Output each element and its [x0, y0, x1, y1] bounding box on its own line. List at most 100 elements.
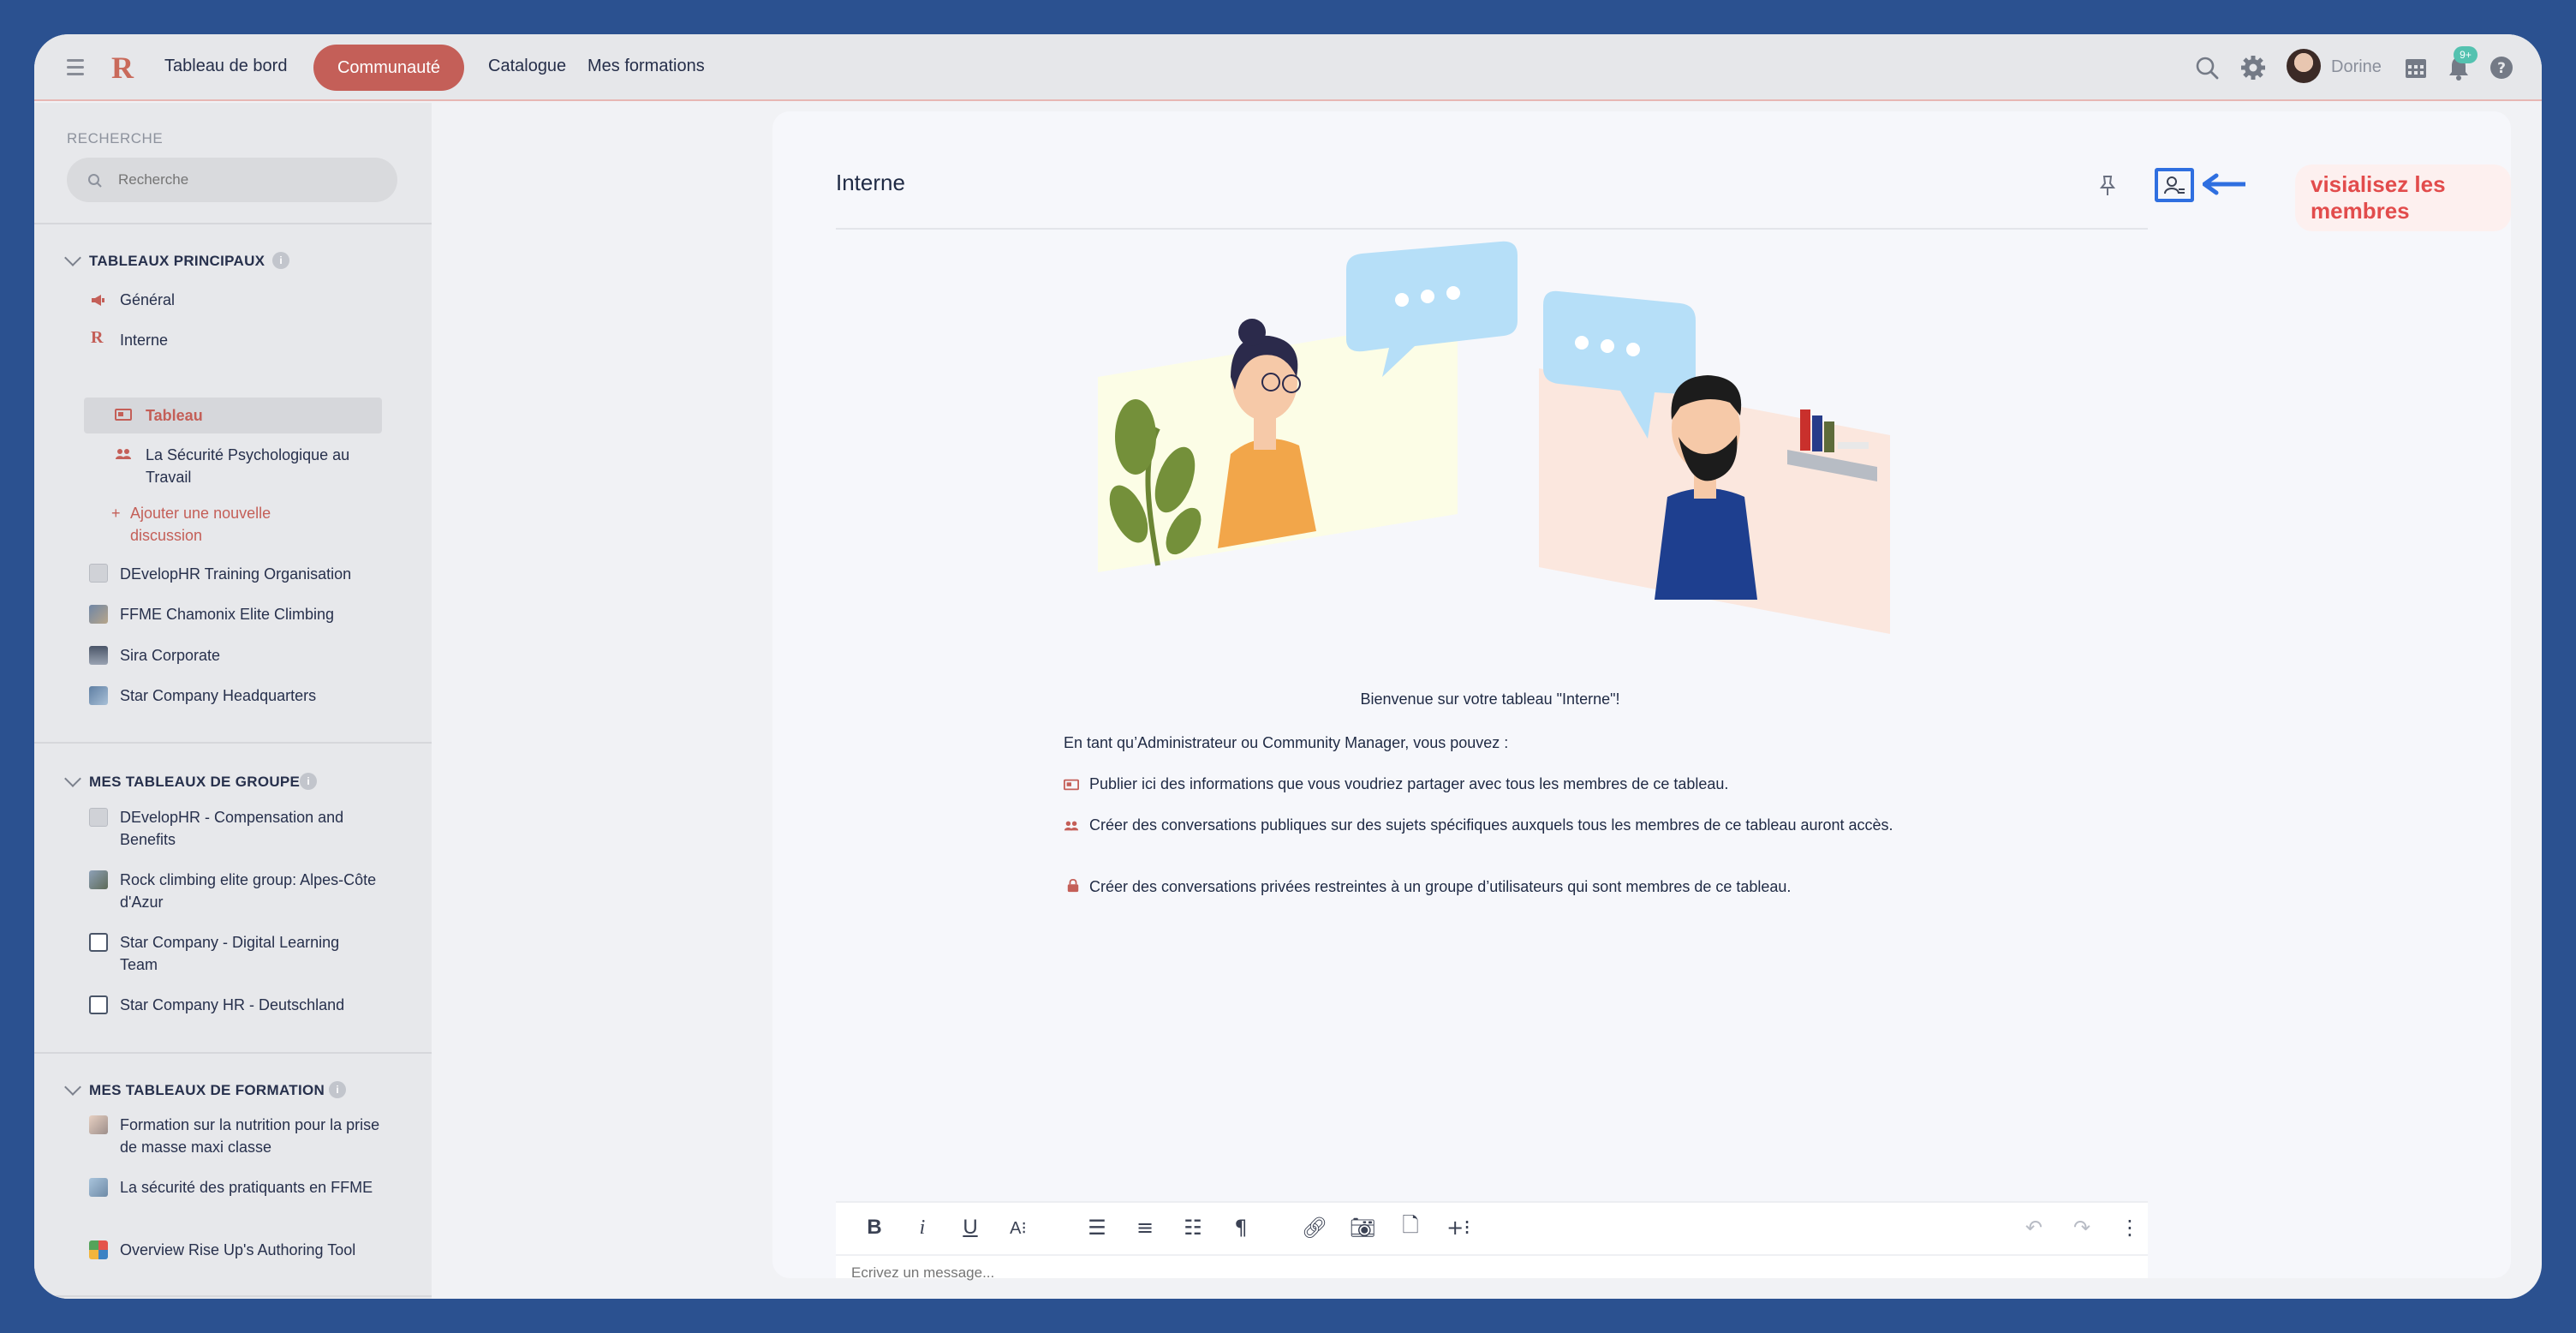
- board-content: Interne visialisez les membres Bienvenue…: [772, 111, 2511, 1283]
- paragraph-icon[interactable]: ¶: [1228, 1215, 1254, 1240]
- info-icon[interactable]: i: [272, 252, 289, 269]
- board-thumbnail-icon: [89, 564, 108, 583]
- sidebar-item-digital-learning[interactable]: Star Company - Digital Learning Team: [120, 931, 377, 976]
- underline-icon[interactable]: U: [957, 1215, 983, 1240]
- chevron-down-icon[interactable]: [64, 1079, 81, 1096]
- board-thumbnail-icon: [89, 1178, 108, 1197]
- search-field[interactable]: [67, 158, 397, 202]
- calendar-icon[interactable]: [2403, 55, 2429, 81]
- sidebar-item-rock-climbing[interactable]: Rock climbing elite group: Alpes-Côte d'…: [120, 869, 377, 913]
- board-thumbnail-icon: [89, 605, 108, 624]
- board-thumbnail-icon: [89, 808, 108, 827]
- bullet-text: Publier ici des informations que vous vo…: [1089, 775, 1729, 792]
- sidebar-item-general[interactable]: Général: [120, 289, 175, 311]
- divider: [34, 1052, 432, 1054]
- board-icon: [1064, 779, 1079, 791]
- nav-catalogue[interactable]: Catalogue: [488, 57, 566, 76]
- search-icon: [88, 174, 102, 188]
- menu-icon[interactable]: [67, 56, 87, 78]
- align-center-icon[interactable]: ≡: [1132, 1215, 1158, 1240]
- camera-icon[interactable]: 📷︎: [1350, 1215, 1375, 1240]
- members-callout: visialisez les membres: [2295, 164, 2511, 231]
- members-icon: [2164, 176, 2185, 194]
- board-thumbnail-icon: [89, 870, 108, 889]
- divider: [34, 223, 432, 224]
- sidebar-item-sira[interactable]: Sira Corporate: [120, 644, 220, 666]
- sidebar-item-star-hq[interactable]: Star Company Headquarters: [120, 684, 316, 707]
- nav-my-trainings[interactable]: Mes formations: [587, 57, 705, 76]
- divider: [34, 742, 432, 744]
- intro-text: En tant qu’Administrateur ou Community M…: [1064, 734, 1509, 751]
- bullet-text: Créer des conversations publiques sur de…: [1089, 816, 1893, 834]
- top-navigation-bar: R Tableau de bord Communauté Catalogue M…: [34, 34, 2542, 101]
- align-left-icon[interactable]: ☰: [1084, 1215, 1110, 1240]
- pin-icon[interactable]: [2098, 175, 2117, 197]
- link-icon[interactable]: 🔗︎: [1302, 1215, 1327, 1240]
- megaphone-icon: [92, 295, 104, 306]
- sidebar-item-psych-safety[interactable]: La Sécurité Psychologique au Travail: [146, 444, 394, 488]
- undo-icon[interactable]: ↶: [2021, 1215, 2047, 1240]
- search-input[interactable]: [118, 158, 375, 202]
- gear-icon[interactable]: [2240, 55, 2266, 81]
- board-thumbnail-icon: [89, 995, 108, 1014]
- svg-text:?: ?: [2497, 60, 2506, 77]
- people-icon: [116, 449, 131, 459]
- plus-icon: +: [111, 505, 121, 522]
- divider: [836, 1254, 2148, 1256]
- board-thumbnail-icon: [89, 646, 108, 665]
- sidebar-item-compensation[interactable]: DEvelopHR - Compensation and Benefits: [120, 806, 377, 851]
- redo-icon[interactable]: ↷: [2069, 1215, 2095, 1240]
- sidebar-item-develophr[interactable]: DEvelopHR Training Organisation: [120, 563, 351, 585]
- group-boards-heading[interactable]: MES TABLEAUX DE GROUPE: [89, 774, 300, 791]
- user-name[interactable]: Dorine: [2331, 57, 2382, 77]
- welcome-illustration: [1098, 241, 1890, 634]
- help-icon[interactable]: ?: [2489, 55, 2514, 81]
- chevron-down-icon[interactable]: [64, 249, 81, 266]
- divider: [34, 1295, 432, 1297]
- message-editor: B i U A⁝ ☰ ≡ ☷ ¶ 🔗︎ 📷︎ 🗋 +⁝ ↶ ↷ ⋮: [836, 1201, 2148, 1283]
- app-window: R Tableau de bord Communauté Catalogue M…: [34, 34, 2542, 1299]
- arrow-left-icon: [2203, 173, 2245, 195]
- board-thumbnail-icon: [89, 933, 108, 952]
- italic-icon[interactable]: i: [909, 1215, 935, 1240]
- bold-icon[interactable]: B: [862, 1215, 887, 1240]
- sidebar-item-ffme-safety[interactable]: La sécurité des pratiquants en FFME: [120, 1176, 377, 1199]
- board-icon: [115, 409, 132, 421]
- message-input[interactable]: [851, 1263, 2050, 1283]
- search-icon[interactable]: [2194, 55, 2220, 81]
- info-icon[interactable]: i: [329, 1081, 346, 1098]
- sidebar-item-hr-deutschland[interactable]: Star Company HR - Deutschland: [120, 994, 344, 1016]
- training-boards-heading[interactable]: MES TABLEAUX DE FORMATION: [89, 1082, 325, 1099]
- chevron-down-icon[interactable]: [64, 770, 81, 787]
- page-title: Interne: [836, 170, 905, 195]
- nav-community[interactable]: Communauté: [313, 45, 464, 91]
- nav-dashboard[interactable]: Tableau de bord: [164, 57, 287, 76]
- app-logo[interactable]: R: [111, 50, 134, 86]
- user-avatar[interactable]: [2287, 49, 2321, 83]
- board-thumbnail-icon: [89, 686, 108, 705]
- add-discussion-link[interactable]: Ajouter une nouvelle discussion: [130, 502, 336, 547]
- search-section-label: RECHERCHE: [67, 130, 164, 146]
- board-thumbnail-icon: [89, 1240, 108, 1259]
- sidebar-item-internal[interactable]: Interne: [120, 329, 168, 351]
- divider: [836, 228, 2148, 230]
- list-icon[interactable]: ☷: [1180, 1215, 1206, 1240]
- lock-icon: [1067, 879, 1079, 893]
- notification-badge: 9+: [2454, 46, 2478, 63]
- sidebar-item-board[interactable]: Tableau: [146, 404, 203, 427]
- bullet-text: Créer des conversations privées restrein…: [1089, 878, 1792, 895]
- sidebar-item-authoring-tool[interactable]: Overview Rise Up's Authoring Tool: [120, 1239, 377, 1261]
- board-thumbnail-icon: [89, 1115, 108, 1134]
- main-boards-heading[interactable]: TABLEAUX PRINCIPAUX: [89, 253, 265, 270]
- welcome-message: Bienvenue sur votre tableau "Interne"!: [1360, 690, 1620, 708]
- sidebar-item-nutrition[interactable]: Formation sur la nutrition pour la prise…: [120, 1114, 385, 1158]
- info-icon[interactable]: i: [300, 773, 317, 790]
- people-icon: [1064, 821, 1079, 831]
- more-options-icon[interactable]: ⋮: [2117, 1215, 2143, 1240]
- view-members-button[interactable]: [2155, 168, 2194, 202]
- sidebar-item-ffme[interactable]: FFME Chamonix Elite Climbing: [120, 603, 334, 625]
- text-size-icon[interactable]: A⁝: [1005, 1215, 1031, 1240]
- insert-more-icon[interactable]: +⁝: [1446, 1215, 1471, 1240]
- file-icon[interactable]: 🗋: [1398, 1213, 1423, 1240]
- sidebar: RECHERCHE TABLEAUX PRINCIPAUX i Général …: [34, 103, 432, 1299]
